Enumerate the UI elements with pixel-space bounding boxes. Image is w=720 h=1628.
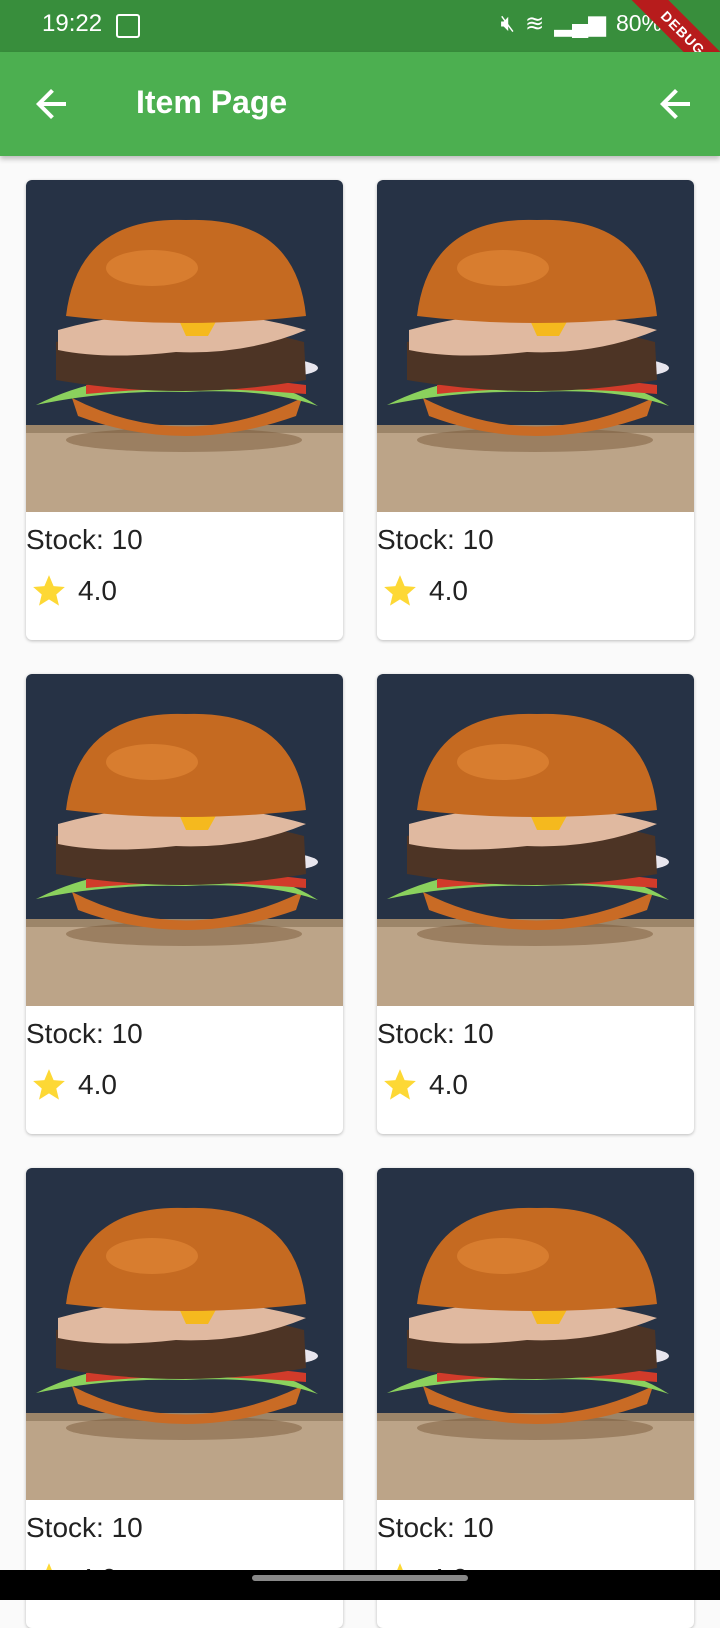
rating-value: 4.0	[78, 575, 117, 606]
page-title: Item Page	[136, 84, 288, 120]
rating: 4.0	[30, 572, 117, 610]
rating-value: 4.0	[429, 575, 468, 606]
item-card[interactable]: Stock: 10 4.0	[377, 1168, 694, 1628]
star-icon	[33, 1069, 65, 1100]
status-time: 19:22	[42, 10, 103, 37]
burger-image	[377, 180, 694, 512]
star-icon	[384, 575, 416, 606]
rating-value: 4.0	[429, 1069, 468, 1100]
item-card[interactable]: Stock: 10 4.0	[377, 674, 694, 1134]
item-card[interactable]: Stock: 10 4.0	[26, 180, 343, 640]
stock-text: Stock: 10	[26, 1512, 143, 1543]
home-gesture-pill[interactable]	[252, 1575, 468, 1581]
item-card[interactable]: Stock: 10 4.0	[377, 180, 694, 640]
star-icon	[33, 575, 65, 606]
navigation-bar	[0, 1570, 720, 1600]
status-bar: 19:22 🔇︎ ≋ ▂▄▆ 80% DEBUG	[0, 0, 720, 96]
burger-image	[377, 1168, 694, 1500]
item-card[interactable]: Stock: 10 4.0	[26, 1168, 343, 1628]
rating: 4.0	[381, 1066, 468, 1104]
rating: 4.0	[381, 572, 468, 610]
star-icon	[384, 1069, 416, 1100]
item-card[interactable]: Stock: 10 4.0	[26, 674, 343, 1134]
arrow-back-icon[interactable]	[652, 80, 700, 128]
stock-text: Stock: 10	[377, 524, 494, 555]
stock-text: Stock: 10	[26, 1018, 143, 1049]
arrow-back-icon[interactable]	[28, 80, 76, 128]
wifi-icon: ≋	[525, 10, 545, 36]
gallery-notification-icon	[116, 14, 140, 38]
burger-image	[26, 180, 343, 512]
rating: 4.0	[30, 1066, 117, 1104]
signal-icon: ▂▄▆	[554, 10, 606, 36]
burger-image	[26, 1168, 343, 1500]
stock-text: Stock: 10	[377, 1512, 494, 1543]
app-bar: Item Page	[0, 52, 720, 156]
burger-image	[377, 674, 694, 1006]
rating-value: 4.0	[78, 1069, 117, 1100]
stock-text: Stock: 10	[377, 1018, 494, 1049]
mute-icon: 🔇︎	[500, 10, 516, 36]
burger-image	[26, 674, 343, 1006]
stock-text: Stock: 10	[26, 524, 143, 555]
